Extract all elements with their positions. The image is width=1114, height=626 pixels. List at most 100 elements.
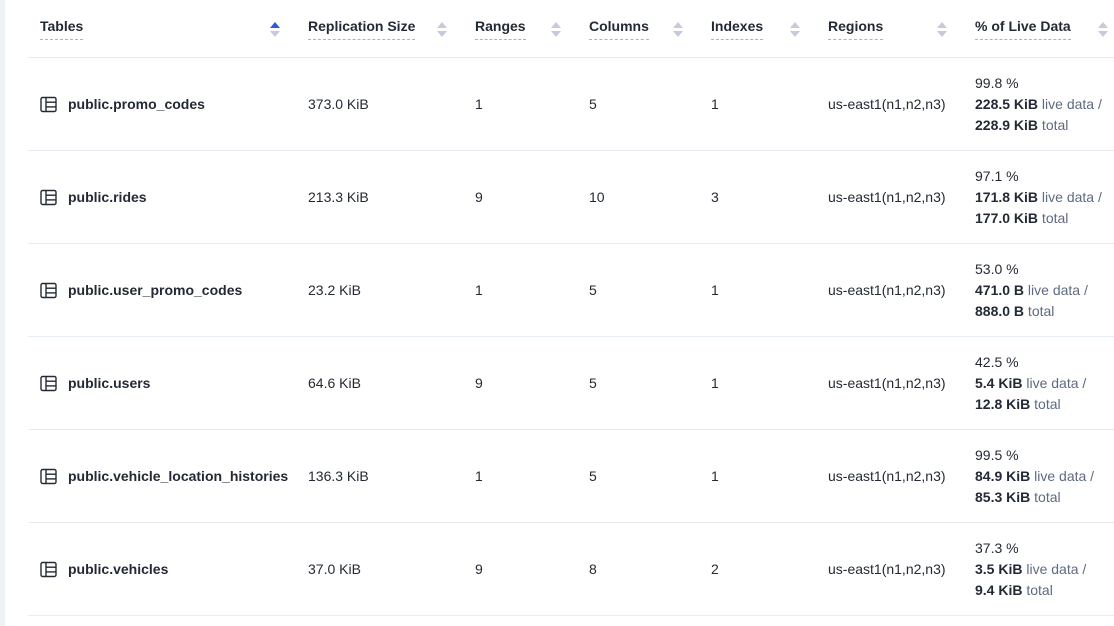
columns-cell: 5 (589, 430, 711, 522)
table-icon (40, 189, 57, 206)
columns-cell: 5 (589, 337, 711, 429)
columns-cell: 5 (589, 244, 711, 336)
column-header-label: Ranges (475, 18, 526, 40)
replication-size-cell: 136.3 KiB (308, 430, 475, 522)
ranges-cell: 1 (475, 430, 589, 522)
table-name[interactable]: public.users (68, 375, 150, 391)
table-row[interactable]: public.user_promo_codes 23.2 KiB 1 5 1 u… (28, 244, 1114, 337)
regions-cell: us-east1(n1,n2,n3) (828, 523, 975, 615)
table-header-row: Tables Replication Size Ranges Columns I… (28, 0, 1114, 58)
table-row[interactable]: public.vehicles 37.0 KiB 9 8 2 us-east1(… (28, 523, 1114, 616)
ranges-cell: 9 (475, 523, 589, 615)
ranges-cell: 1 (475, 244, 589, 336)
pct-live-data-cell: 53.0 % 471.0 B live data / 888.0 B total (975, 244, 1114, 336)
live-data-size-line: 171.8 KiB live data / (975, 187, 1102, 208)
column-header-regions[interactable]: Regions (828, 0, 975, 57)
column-header-label: Regions (828, 18, 883, 40)
column-header-label: % of Live Data (975, 18, 1071, 40)
table-row[interactable]: public.users 64.6 KiB 9 5 1 us-east1(n1,… (28, 337, 1114, 430)
live-data-percent: 42.5 % (975, 352, 1019, 373)
column-header-pct-live-data[interactable]: % of Live Data (975, 0, 1114, 57)
live-data-percent: 99.5 % (975, 445, 1019, 466)
table-icon (40, 282, 57, 299)
table-name-cell[interactable]: public.rides (28, 151, 308, 243)
table-row[interactable]: public.vehicle_location_histories 136.3 … (28, 430, 1114, 523)
total-size-line: 12.8 KiB total (975, 394, 1061, 415)
live-data-size-line: 5.4 KiB live data / (975, 373, 1086, 394)
ranges-cell: 9 (475, 337, 589, 429)
pct-live-data-cell: 37.3 % 3.5 KiB live data / 9.4 KiB total (975, 523, 1114, 615)
table-name[interactable]: public.user_promo_codes (68, 282, 242, 298)
table-name[interactable]: public.promo_codes (68, 96, 205, 112)
columns-cell: 8 (589, 523, 711, 615)
indexes-cell: 3 (711, 151, 828, 243)
live-data-percent: 53.0 % (975, 259, 1019, 280)
replication-size-cell: 37.0 KiB (308, 523, 475, 615)
table-name-cell[interactable]: public.vehicles (28, 523, 308, 615)
live-data-size-line: 228.5 KiB live data / (975, 94, 1102, 115)
table-row[interactable]: public.promo_codes 373.0 KiB 1 5 1 us-ea… (28, 58, 1114, 151)
table-icon (40, 375, 57, 392)
regions-cell: us-east1(n1,n2,n3) (828, 151, 975, 243)
sort-icon[interactable] (437, 20, 447, 37)
regions-cell: us-east1(n1,n2,n3) (828, 430, 975, 522)
live-data-size-line: 3.5 KiB live data / (975, 559, 1086, 580)
live-data-percent: 99.8 % (975, 73, 1019, 94)
column-header-tables[interactable]: Tables (28, 0, 308, 57)
sort-icon[interactable] (551, 20, 561, 37)
indexes-cell: 1 (711, 337, 828, 429)
table-name-cell[interactable]: public.promo_codes (28, 58, 308, 150)
column-header-replication-size[interactable]: Replication Size (308, 0, 475, 57)
replication-size-cell: 213.3 KiB (308, 151, 475, 243)
indexes-cell: 1 (711, 430, 828, 522)
table-name-cell[interactable]: public.users (28, 337, 308, 429)
indexes-cell: 1 (711, 244, 828, 336)
sort-icon[interactable] (1098, 20, 1108, 37)
regions-cell: us-east1(n1,n2,n3) (828, 58, 975, 150)
column-header-columns[interactable]: Columns (589, 0, 711, 57)
pct-live-data-cell: 97.1 % 171.8 KiB live data / 177.0 KiB t… (975, 151, 1114, 243)
column-header-ranges[interactable]: Ranges (475, 0, 589, 57)
table-name[interactable]: public.vehicle_location_histories (68, 468, 288, 484)
column-header-label: Indexes (711, 18, 763, 40)
live-data-percent: 37.3 % (975, 538, 1019, 559)
total-size-line: 228.9 KiB total (975, 115, 1068, 136)
sort-icon[interactable] (673, 20, 683, 37)
total-size-line: 85.3 KiB total (975, 487, 1061, 508)
live-data-percent: 97.1 % (975, 166, 1019, 187)
columns-cell: 10 (589, 151, 711, 243)
regions-cell: us-east1(n1,n2,n3) (828, 337, 975, 429)
table-name[interactable]: public.vehicles (68, 561, 168, 577)
table-icon (40, 468, 57, 485)
column-header-label: Columns (589, 18, 649, 40)
columns-cell: 5 (589, 58, 711, 150)
ranges-cell: 1 (475, 58, 589, 150)
indexes-cell: 1 (711, 58, 828, 150)
table-row[interactable]: public.rides 213.3 KiB 9 10 3 us-east1(n… (28, 151, 1114, 244)
column-header-indexes[interactable]: Indexes (711, 0, 828, 57)
page-left-edge (0, 0, 5, 626)
pct-live-data-cell: 99.8 % 228.5 KiB live data / 228.9 KiB t… (975, 58, 1114, 150)
table-name-cell[interactable]: public.vehicle_location_histories (28, 430, 308, 522)
ranges-cell: 9 (475, 151, 589, 243)
live-data-size-line: 471.0 B live data / (975, 280, 1088, 301)
total-size-line: 9.4 KiB total (975, 580, 1053, 601)
regions-cell: us-east1(n1,n2,n3) (828, 244, 975, 336)
pct-live-data-cell: 42.5 % 5.4 KiB live data / 12.8 KiB tota… (975, 337, 1114, 429)
indexes-cell: 2 (711, 523, 828, 615)
replication-size-cell: 373.0 KiB (308, 58, 475, 150)
replication-size-cell: 64.6 KiB (308, 337, 475, 429)
table-icon (40, 561, 57, 578)
live-data-size-line: 84.9 KiB live data / (975, 466, 1094, 487)
sort-icon[interactable] (937, 20, 947, 37)
total-size-line: 888.0 B total (975, 301, 1054, 322)
replication-size-cell: 23.2 KiB (308, 244, 475, 336)
table-name[interactable]: public.rides (68, 189, 147, 205)
table-body: public.promo_codes 373.0 KiB 1 5 1 us-ea… (28, 58, 1114, 616)
sort-icon[interactable] (270, 20, 280, 37)
column-header-label: Replication Size (308, 18, 415, 40)
sort-icon[interactable] (790, 20, 800, 37)
total-size-line: 177.0 KiB total (975, 208, 1068, 229)
column-header-label: Tables (40, 18, 83, 40)
table-name-cell[interactable]: public.user_promo_codes (28, 244, 308, 336)
